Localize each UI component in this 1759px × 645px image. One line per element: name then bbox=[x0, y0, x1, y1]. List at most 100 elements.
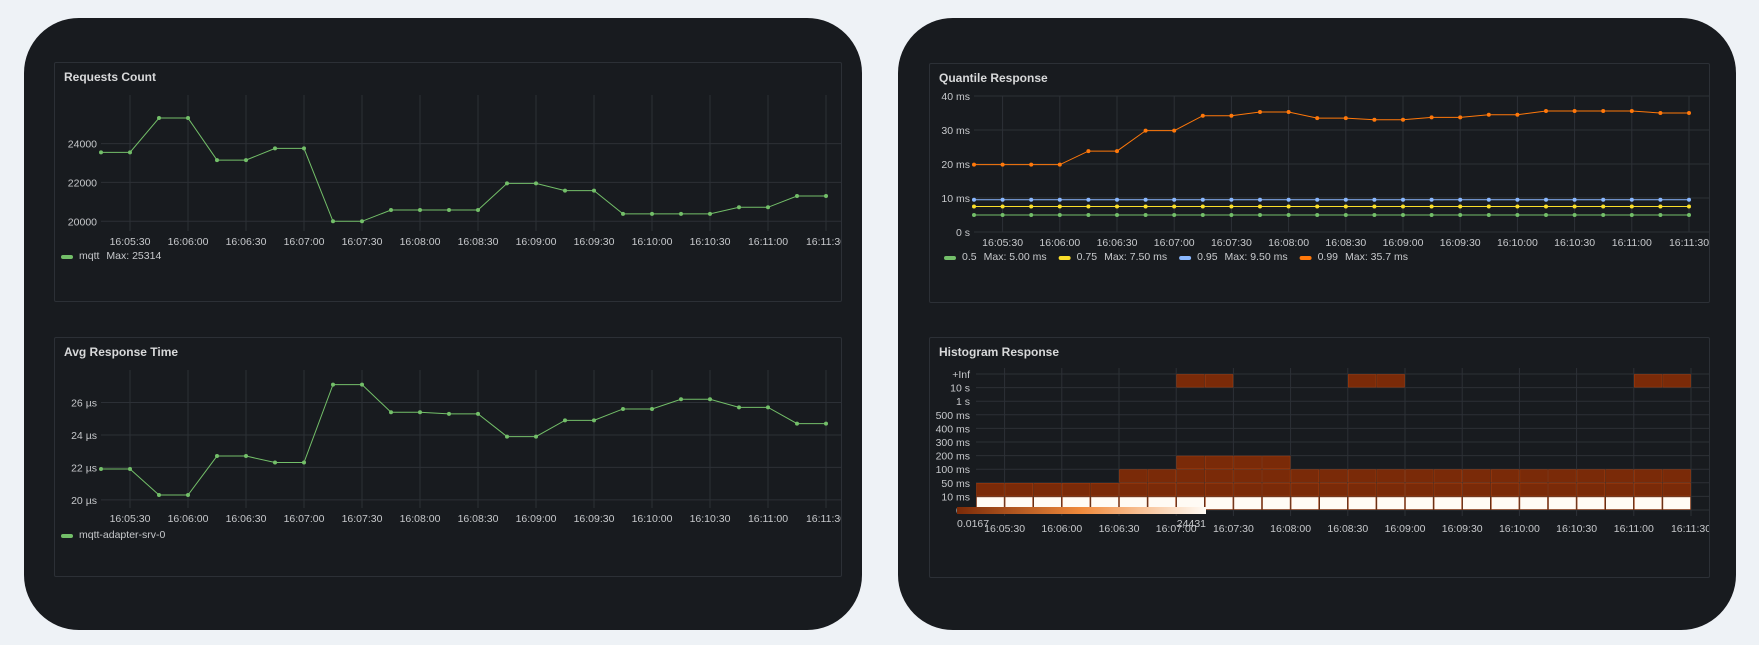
data-point bbox=[1486, 197, 1491, 202]
data-point bbox=[1057, 213, 1062, 217]
heatmap-cell bbox=[1376, 469, 1405, 483]
heatmap-cell bbox=[1662, 483, 1691, 497]
heatmap-cell bbox=[1204, 496, 1234, 510]
x-tick-label: 16:09:00 bbox=[1383, 237, 1424, 249]
data-point bbox=[1401, 213, 1405, 217]
heatmap-cell bbox=[1204, 483, 1234, 497]
y-tick-label: 22000 bbox=[68, 177, 97, 189]
heatmap-cell bbox=[1176, 469, 1205, 483]
data-point bbox=[1544, 197, 1548, 202]
heatmap-cell bbox=[1233, 469, 1262, 483]
x-tick-label: 16:06:30 bbox=[226, 513, 267, 525]
requests-count-panel[interactable]: Requests Count 16:05:30 16:06:00 16:06:30 1… bbox=[54, 62, 842, 302]
heatmap-cell bbox=[1576, 469, 1605, 483]
data-point bbox=[1000, 197, 1005, 202]
data-point bbox=[972, 204, 976, 209]
data-point bbox=[215, 158, 219, 163]
heatmap-cell bbox=[1548, 496, 1577, 510]
data-point bbox=[1057, 197, 1062, 202]
data-point bbox=[302, 460, 306, 465]
data-point bbox=[1315, 197, 1320, 202]
data-point bbox=[1000, 213, 1005, 217]
data-point bbox=[1658, 197, 1663, 202]
data-point bbox=[1458, 204, 1463, 209]
x-tick-label: 16:08:00 bbox=[400, 236, 441, 248]
data-point bbox=[1458, 115, 1463, 120]
color-scale-bar bbox=[957, 507, 1206, 514]
data-point bbox=[1429, 197, 1434, 202]
data-point bbox=[418, 410, 422, 415]
data-point bbox=[1286, 204, 1291, 209]
data-point bbox=[679, 397, 683, 402]
y-tick-label: 40 ms bbox=[941, 91, 970, 103]
y-tick-label: 20 µs bbox=[71, 495, 97, 507]
data-point bbox=[244, 158, 248, 163]
x-tick-label: 16:11:00 bbox=[748, 236, 788, 248]
data-point bbox=[215, 454, 219, 459]
data-point bbox=[1286, 213, 1291, 217]
y-tick-label: 10 ms bbox=[941, 491, 970, 503]
data-point bbox=[1629, 197, 1634, 202]
heatmap-cell bbox=[1376, 483, 1405, 497]
quantile-response-panel[interactable]: Quantile Response 16:05:30 16:06:00 16:06:… bbox=[929, 63, 1710, 303]
y-tick-label: 400 ms bbox=[936, 423, 970, 435]
data-point bbox=[1115, 197, 1119, 202]
y-tick-label: 300 ms bbox=[936, 437, 970, 449]
data-point bbox=[128, 150, 132, 155]
data-point bbox=[1115, 149, 1119, 154]
legend-label: 0.5 bbox=[962, 251, 977, 263]
data-point bbox=[1401, 204, 1405, 209]
x-tick-label: 16:08:30 bbox=[1327, 523, 1368, 535]
legend-label: mqtt bbox=[79, 250, 100, 262]
data-point bbox=[1172, 128, 1177, 133]
quantile-response-chart: 16:05:30 16:06:00 16:06:30 16:07:00 16:07:30… bbox=[941, 91, 1709, 263]
data-point bbox=[1258, 213, 1262, 217]
data-point bbox=[1343, 213, 1348, 217]
heatmap-cell bbox=[1347, 483, 1377, 497]
heatmap-cell bbox=[1633, 496, 1663, 510]
y-tick-label: 100 ms bbox=[936, 464, 970, 476]
heatmap-cell bbox=[1405, 496, 1434, 510]
heatmap-cell bbox=[1119, 469, 1148, 483]
legend-label: mqtt-adapter-srv-0 bbox=[79, 529, 166, 541]
legend-stat: Max: 5.00 ms bbox=[984, 251, 1047, 263]
data-point bbox=[505, 181, 509, 186]
x-tick-label: 16:11:00 bbox=[748, 513, 788, 525]
heatmap-cell bbox=[1262, 469, 1291, 483]
heatmap-cell bbox=[1633, 469, 1663, 483]
heatmap-cell bbox=[1147, 469, 1177, 483]
data-point bbox=[1315, 116, 1320, 121]
data-point bbox=[1200, 197, 1205, 202]
data-point bbox=[186, 493, 190, 498]
data-point bbox=[1343, 204, 1348, 209]
histogram-response-panel[interactable]: Histogram Response 16:05:30 16:06:00 16:06… bbox=[929, 337, 1710, 578]
data-point bbox=[1515, 197, 1520, 202]
heatmap-cell bbox=[1176, 374, 1205, 388]
heatmap-cell bbox=[1204, 374, 1234, 388]
x-tick-label: 16:10:00 bbox=[632, 513, 673, 525]
x-tick-label: 16:08:00 bbox=[400, 513, 441, 525]
x-tick-label: 16:10:30 bbox=[1556, 523, 1597, 535]
data-point bbox=[1601, 213, 1606, 217]
data-point bbox=[1172, 197, 1177, 202]
x-tick-label: 16:09:30 bbox=[574, 236, 615, 248]
avg-response-time-panel[interactable]: Avg Response Time 16:05:30 16:06:00 16:06:… bbox=[54, 337, 842, 577]
data-point bbox=[1143, 197, 1148, 202]
heatmap-cell bbox=[1519, 496, 1548, 510]
data-point bbox=[708, 211, 712, 216]
data-point bbox=[650, 406, 654, 411]
x-tick-label: 16:10:30 bbox=[1554, 237, 1595, 249]
heatmap-cell bbox=[1062, 483, 1091, 497]
legend-swatch bbox=[61, 255, 73, 259]
data-point bbox=[1401, 197, 1405, 202]
data-point bbox=[1372, 117, 1377, 122]
x-tick-label: 16:07:30 bbox=[342, 236, 383, 248]
x-tick-label: 16:07:00 bbox=[1154, 237, 1195, 249]
avg-response-time-chart: 16:05:30 16:06:00 16:06:30 16:07:00 16:07:30… bbox=[61, 370, 841, 541]
data-point bbox=[389, 410, 393, 415]
legend-label: 0.75 bbox=[1077, 251, 1098, 263]
data-point bbox=[1029, 213, 1034, 217]
heatmap-cell bbox=[1347, 374, 1377, 388]
heatmap-cell bbox=[1319, 483, 1348, 497]
data-point bbox=[563, 188, 567, 193]
